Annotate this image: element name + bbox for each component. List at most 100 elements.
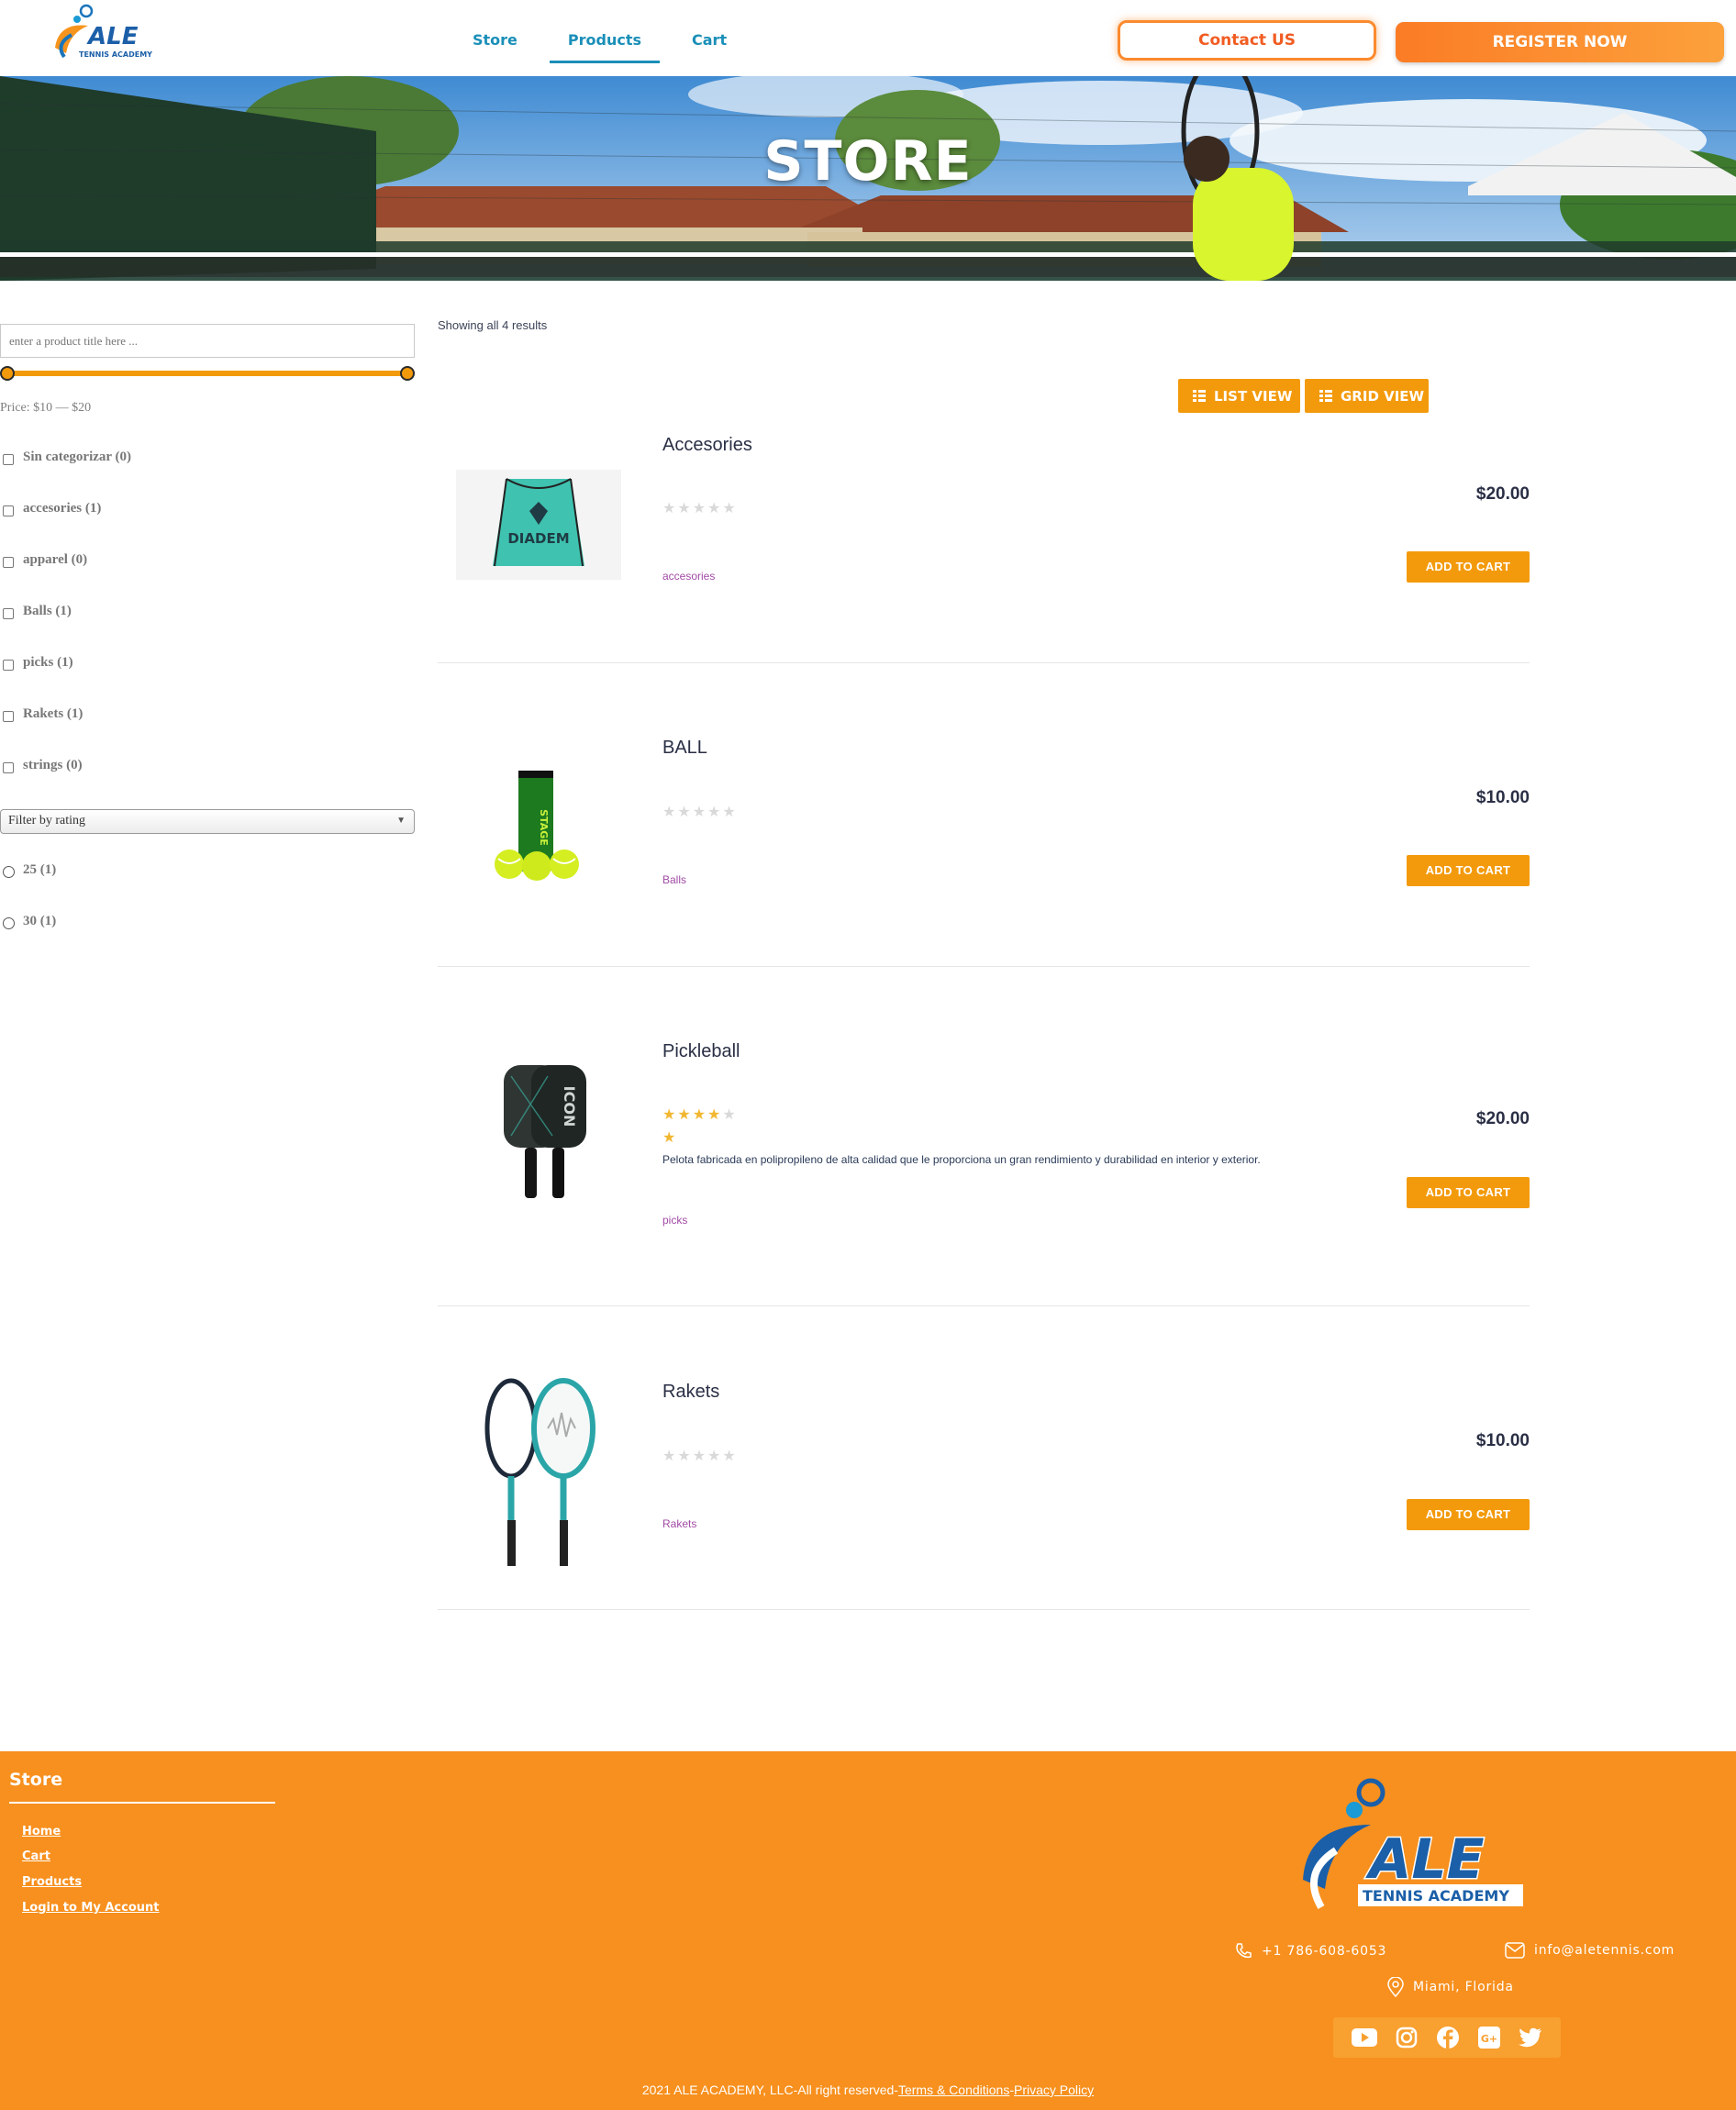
- rating-option-label: 25 (1): [23, 862, 57, 877]
- nav-cart[interactable]: Cart: [678, 24, 740, 63]
- product-title[interactable]: Pickleball: [662, 1041, 740, 1062]
- social-links: G+: [1333, 2017, 1561, 2058]
- youtube-icon[interactable]: [1352, 2028, 1377, 2047]
- svg-text:STAGE: STAGE: [538, 809, 550, 846]
- grid-view-icon: [1319, 390, 1332, 402]
- tennis-rackets-image[interactable]: [456, 1378, 621, 1569]
- star-rating: ★★★★★: [662, 803, 738, 821]
- category-filter-rakets[interactable]: Rakets (1): [3, 706, 83, 722]
- list-view-button[interactable]: LIST VIEW: [1178, 379, 1300, 413]
- category-filter-sin-categorizar[interactable]: Sin categorizar (0): [3, 450, 131, 465]
- drawstring-bag-image[interactable]: DIADEM: [456, 470, 621, 580]
- svg-text:DIADEM: DIADEM: [507, 530, 569, 547]
- price-min-handle[interactable]: [0, 366, 15, 381]
- star-empty-icon: ★: [692, 1449, 708, 1464]
- checkbox[interactable]: [3, 505, 14, 516]
- rating-filter-label: Filter by rating: [8, 814, 85, 827]
- radio-button[interactable]: [3, 866, 15, 878]
- product-price: $10.00: [1475, 788, 1530, 807]
- category-label: accesories (1): [23, 501, 102, 516]
- product-title[interactable]: Rakets: [662, 1382, 719, 1403]
- product-title[interactable]: Accesories: [662, 435, 752, 456]
- category-filter-picks[interactable]: picks (1): [3, 655, 73, 671]
- product-price: $20.00: [1475, 484, 1530, 504]
- product-category-link[interactable]: accesories: [662, 570, 715, 583]
- product-category-link[interactable]: picks: [662, 1214, 687, 1227]
- star-filled-icon: ★: [707, 1107, 723, 1123]
- product-category-link[interactable]: Rakets: [662, 1517, 696, 1530]
- instagram-icon[interactable]: [1396, 2027, 1418, 2049]
- add-to-cart-button[interactable]: ADD TO CART: [1407, 551, 1530, 583]
- category-label: apparel (0): [23, 552, 88, 567]
- price-max-handle[interactable]: [400, 366, 415, 381]
- star-empty-icon: ★: [722, 1107, 738, 1123]
- hero-banner: STORE: [0, 76, 1736, 281]
- star-empty-icon: ★: [707, 805, 723, 820]
- product-price: $10.00: [1475, 1431, 1530, 1450]
- svg-text:ALE: ALE: [86, 23, 139, 50]
- register-now-button[interactable]: REGISTER NOW: [1396, 22, 1724, 62]
- privacy-link[interactable]: Privacy Policy: [1014, 2082, 1094, 2097]
- footer-link-products[interactable]: Products: [22, 1875, 82, 1889]
- category-filter-apparel[interactable]: apparel (0): [3, 552, 87, 568]
- contact-us-button[interactable]: Contact US: [1118, 20, 1376, 61]
- checkbox[interactable]: [3, 659, 14, 671]
- star-empty-icon: ★: [662, 805, 678, 820]
- checkbox[interactable]: [3, 556, 14, 568]
- checkbox[interactable]: [3, 607, 14, 619]
- checkbox[interactable]: [3, 710, 14, 722]
- tennis-balls-can-image[interactable]: STAGE: [456, 763, 621, 892]
- site-header: ALE TENNIS ACADEMY Store Products Cart C…: [0, 0, 1736, 76]
- google-plus-icon[interactable]: G+: [1478, 2027, 1500, 2049]
- divider: [438, 662, 1530, 663]
- product-title[interactable]: BALL: [662, 738, 707, 759]
- pickleball-paddles-image[interactable]: ICON: [456, 1062, 621, 1205]
- star-icon: ★: [662, 1130, 678, 1146]
- star-empty-icon: ★: [707, 501, 723, 516]
- product-description: Pelota fabricada en polipropileno de alt…: [662, 1153, 1261, 1166]
- rating-filter-select[interactable]: Filter by rating ▼: [0, 809, 415, 834]
- price-range-slider[interactable]: [0, 364, 415, 383]
- checkbox[interactable]: [3, 453, 14, 465]
- footer-logo: ALE TENNIS ACADEMY: [1294, 1770, 1528, 1935]
- category-filter-strings[interactable]: strings (0): [3, 758, 83, 773]
- category-filter-balls[interactable]: Balls (1): [3, 604, 72, 619]
- footer-link-home[interactable]: Home: [22, 1825, 61, 1838]
- star-empty-icon: ★: [692, 805, 708, 820]
- star-empty-icon: ★: [677, 1449, 693, 1464]
- category-label: strings (0): [23, 758, 83, 772]
- facebook-icon[interactable]: [1436, 2026, 1460, 2049]
- nav-store[interactable]: Store: [459, 24, 531, 63]
- category-label: Sin categorizar (0): [23, 450, 132, 464]
- footer-link-cart[interactable]: Cart: [22, 1849, 50, 1863]
- rating-option-30[interactable]: 30 (1): [3, 914, 56, 929]
- footer-phone[interactable]: +1 786-608-6053: [1234, 1942, 1386, 1960]
- grid-view-button[interactable]: GRID VIEW: [1305, 379, 1429, 413]
- location-text: Miami, Florida: [1413, 1980, 1514, 1994]
- site-footer: Store Home Cart Products Login to My Acc…: [0, 1751, 1736, 2110]
- divider: [438, 1609, 1530, 1610]
- radio-button[interactable]: [3, 917, 15, 929]
- footer-link-login[interactable]: Login to My Account: [22, 1901, 160, 1915]
- terms-link[interactable]: Terms & Conditions: [898, 2082, 1009, 2097]
- add-to-cart-button[interactable]: ADD TO CART: [1407, 1177, 1530, 1208]
- add-to-cart-button[interactable]: ADD TO CART: [1407, 855, 1530, 886]
- site-logo[interactable]: ALE TENNIS ACADEMY: [51, 2, 154, 68]
- category-filter-accesories[interactable]: accesories (1): [3, 501, 101, 516]
- star-rating: ★★★★★: [662, 1105, 738, 1124]
- checkbox[interactable]: [3, 761, 14, 773]
- product-category-link[interactable]: Balls: [662, 873, 686, 886]
- phone-number: +1 786-608-6053: [1262, 1944, 1387, 1959]
- copyright-prefix: 2021 ALE ACADEMY, LLC-All right reserved…: [641, 2082, 898, 2097]
- nav-products[interactable]: Products: [549, 24, 661, 63]
- footer-location: Miami, Florida: [1387, 1977, 1514, 1997]
- main-nav: Store Products Cart: [459, 24, 759, 63]
- product-search-input[interactable]: [0, 324, 415, 358]
- phone-icon: [1236, 1943, 1252, 1959]
- rating-option-25[interactable]: 25 (1): [3, 862, 56, 878]
- mail-icon: [1505, 1942, 1525, 1959]
- footer-email[interactable]: info@aletennis.com: [1505, 1942, 1675, 1959]
- add-to-cart-button[interactable]: ADD TO CART: [1407, 1499, 1530, 1530]
- star-empty-icon: ★: [722, 1449, 738, 1464]
- twitter-icon[interactable]: [1519, 2027, 1542, 2048]
